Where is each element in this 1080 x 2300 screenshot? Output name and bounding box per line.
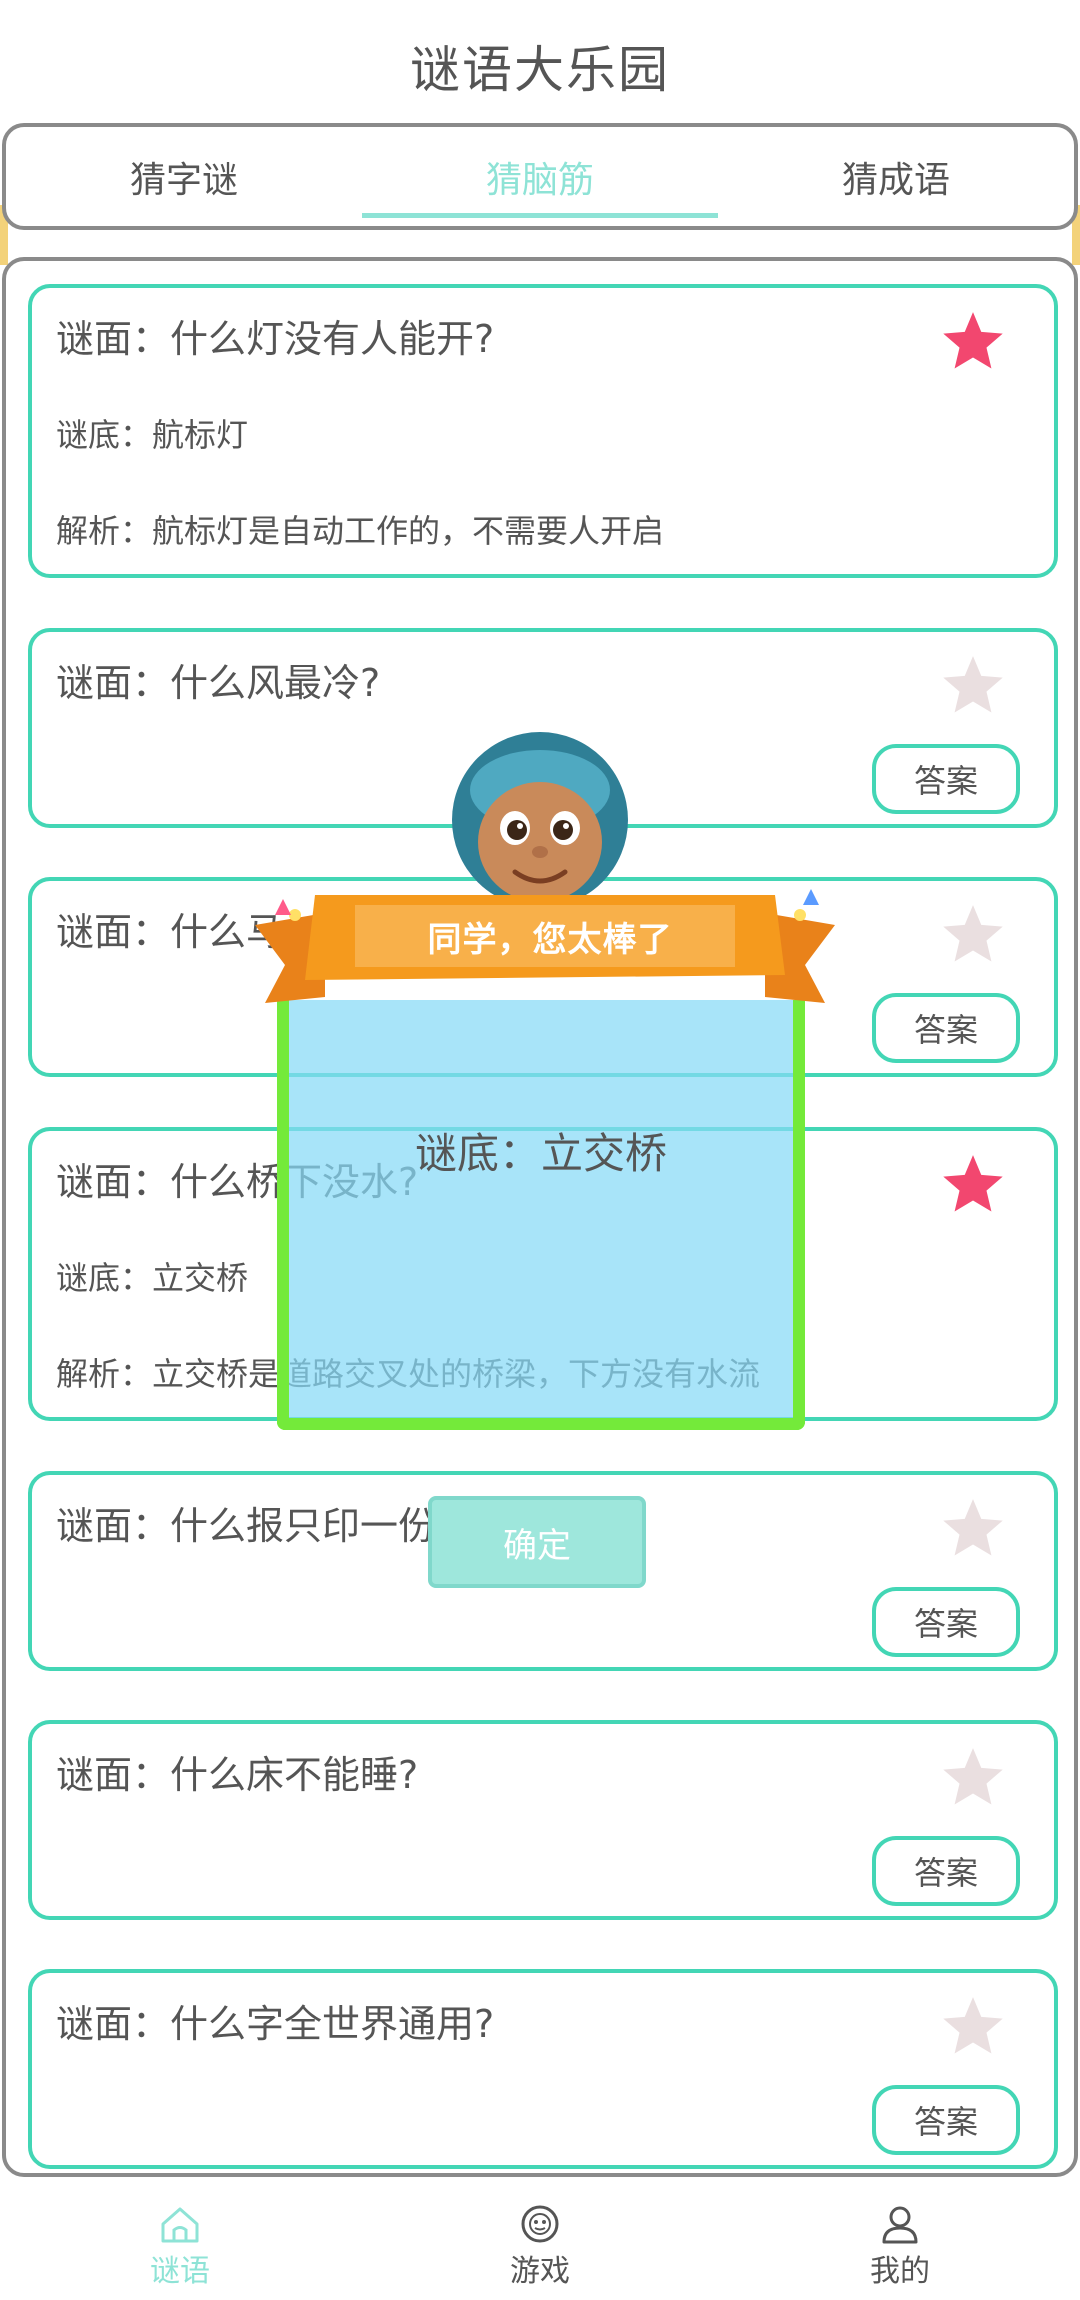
favorite-star-icon[interactable] <box>940 1151 1006 1217</box>
riddle-explanation: 解析：航标灯是自动工作的，不需要人开启 <box>56 512 665 550</box>
riddle-question: 谜面：什么灯没有人能开? <box>56 317 495 361</box>
show-answer-button[interactable]: 答案 <box>872 1836 1020 1906</box>
show-answer-button[interactable]: 答案 <box>872 993 1020 1063</box>
riddle-card: 谜面：什么床不能睡? 答案 <box>28 1720 1058 1920</box>
show-answer-button[interactable]: 答案 <box>872 2085 1020 2155</box>
tab-brain-teasers[interactable]: 猜脑筋 <box>362 127 718 226</box>
bottom-nav: 谜语 游戏 我的 <box>0 2182 1080 2300</box>
tab-idiom-riddles[interactable]: 猜成语 <box>718 127 1074 226</box>
show-answer-button[interactable]: 答案 <box>872 744 1020 814</box>
confirm-button[interactable]: 确定 <box>428 1496 646 1588</box>
riddle-answer: 谜底：立交桥 <box>56 1259 249 1297</box>
nav-item-games[interactable]: 游戏 <box>360 2182 720 2300</box>
nav-label: 谜语 <box>150 2254 210 2289</box>
success-dialog: 同学，您太棒了 <box>255 730 835 1430</box>
congrats-banner-text: 同学，您太棒了 <box>427 920 673 960</box>
show-answer-button[interactable]: 答案 <box>872 1587 1020 1657</box>
riddle-question: 谜面：什么报只印一份? <box>56 1504 457 1548</box>
house-icon <box>161 2207 199 2243</box>
game-icon <box>521 2205 559 2243</box>
riddle-card: 谜面：什么字全世界通用? 答案 <box>28 1969 1058 2169</box>
nav-item-riddles[interactable]: 谜语 <box>0 2182 360 2300</box>
favorite-star-icon[interactable] <box>940 308 1006 374</box>
riddle-answer: 谜底：航标灯 <box>56 416 249 454</box>
riddle-question: 谜面：什么字全世界通用? <box>56 2002 495 2046</box>
nav-item-mine[interactable]: 我的 <box>720 2182 1080 2300</box>
favorite-star-icon[interactable] <box>940 1993 1006 2059</box>
category-tabs: 猜字谜 猜脑筋 猜成语 <box>2 123 1078 230</box>
riddle-question: 谜面：什么风最冷? <box>56 661 381 705</box>
riddle-question: 谜面：什么床不能睡? <box>56 1753 419 1797</box>
astronaut-mascot-icon <box>452 732 628 908</box>
favorite-star-icon[interactable] <box>940 1744 1006 1810</box>
favorite-star-icon[interactable] <box>940 652 1006 718</box>
tab-character-riddles[interactable]: 猜字谜 <box>6 127 362 226</box>
riddle-question: 谜面：什么马 <box>56 910 285 954</box>
nav-label: 我的 <box>870 2254 930 2289</box>
riddle-card: 谜面：什么灯没有人能开? 谜底：航标灯 解析：航标灯是自动工作的，不需要人开启 <box>28 284 1058 578</box>
person-icon <box>882 2206 918 2244</box>
favorite-star-icon[interactable] <box>940 1495 1006 1561</box>
dialog-answer-text: 谜底：立交桥 <box>414 1129 667 1178</box>
page-title: 谜语大乐园 <box>410 41 670 99</box>
nav-label: 游戏 <box>510 2254 570 2289</box>
favorite-star-icon[interactable] <box>940 901 1006 967</box>
